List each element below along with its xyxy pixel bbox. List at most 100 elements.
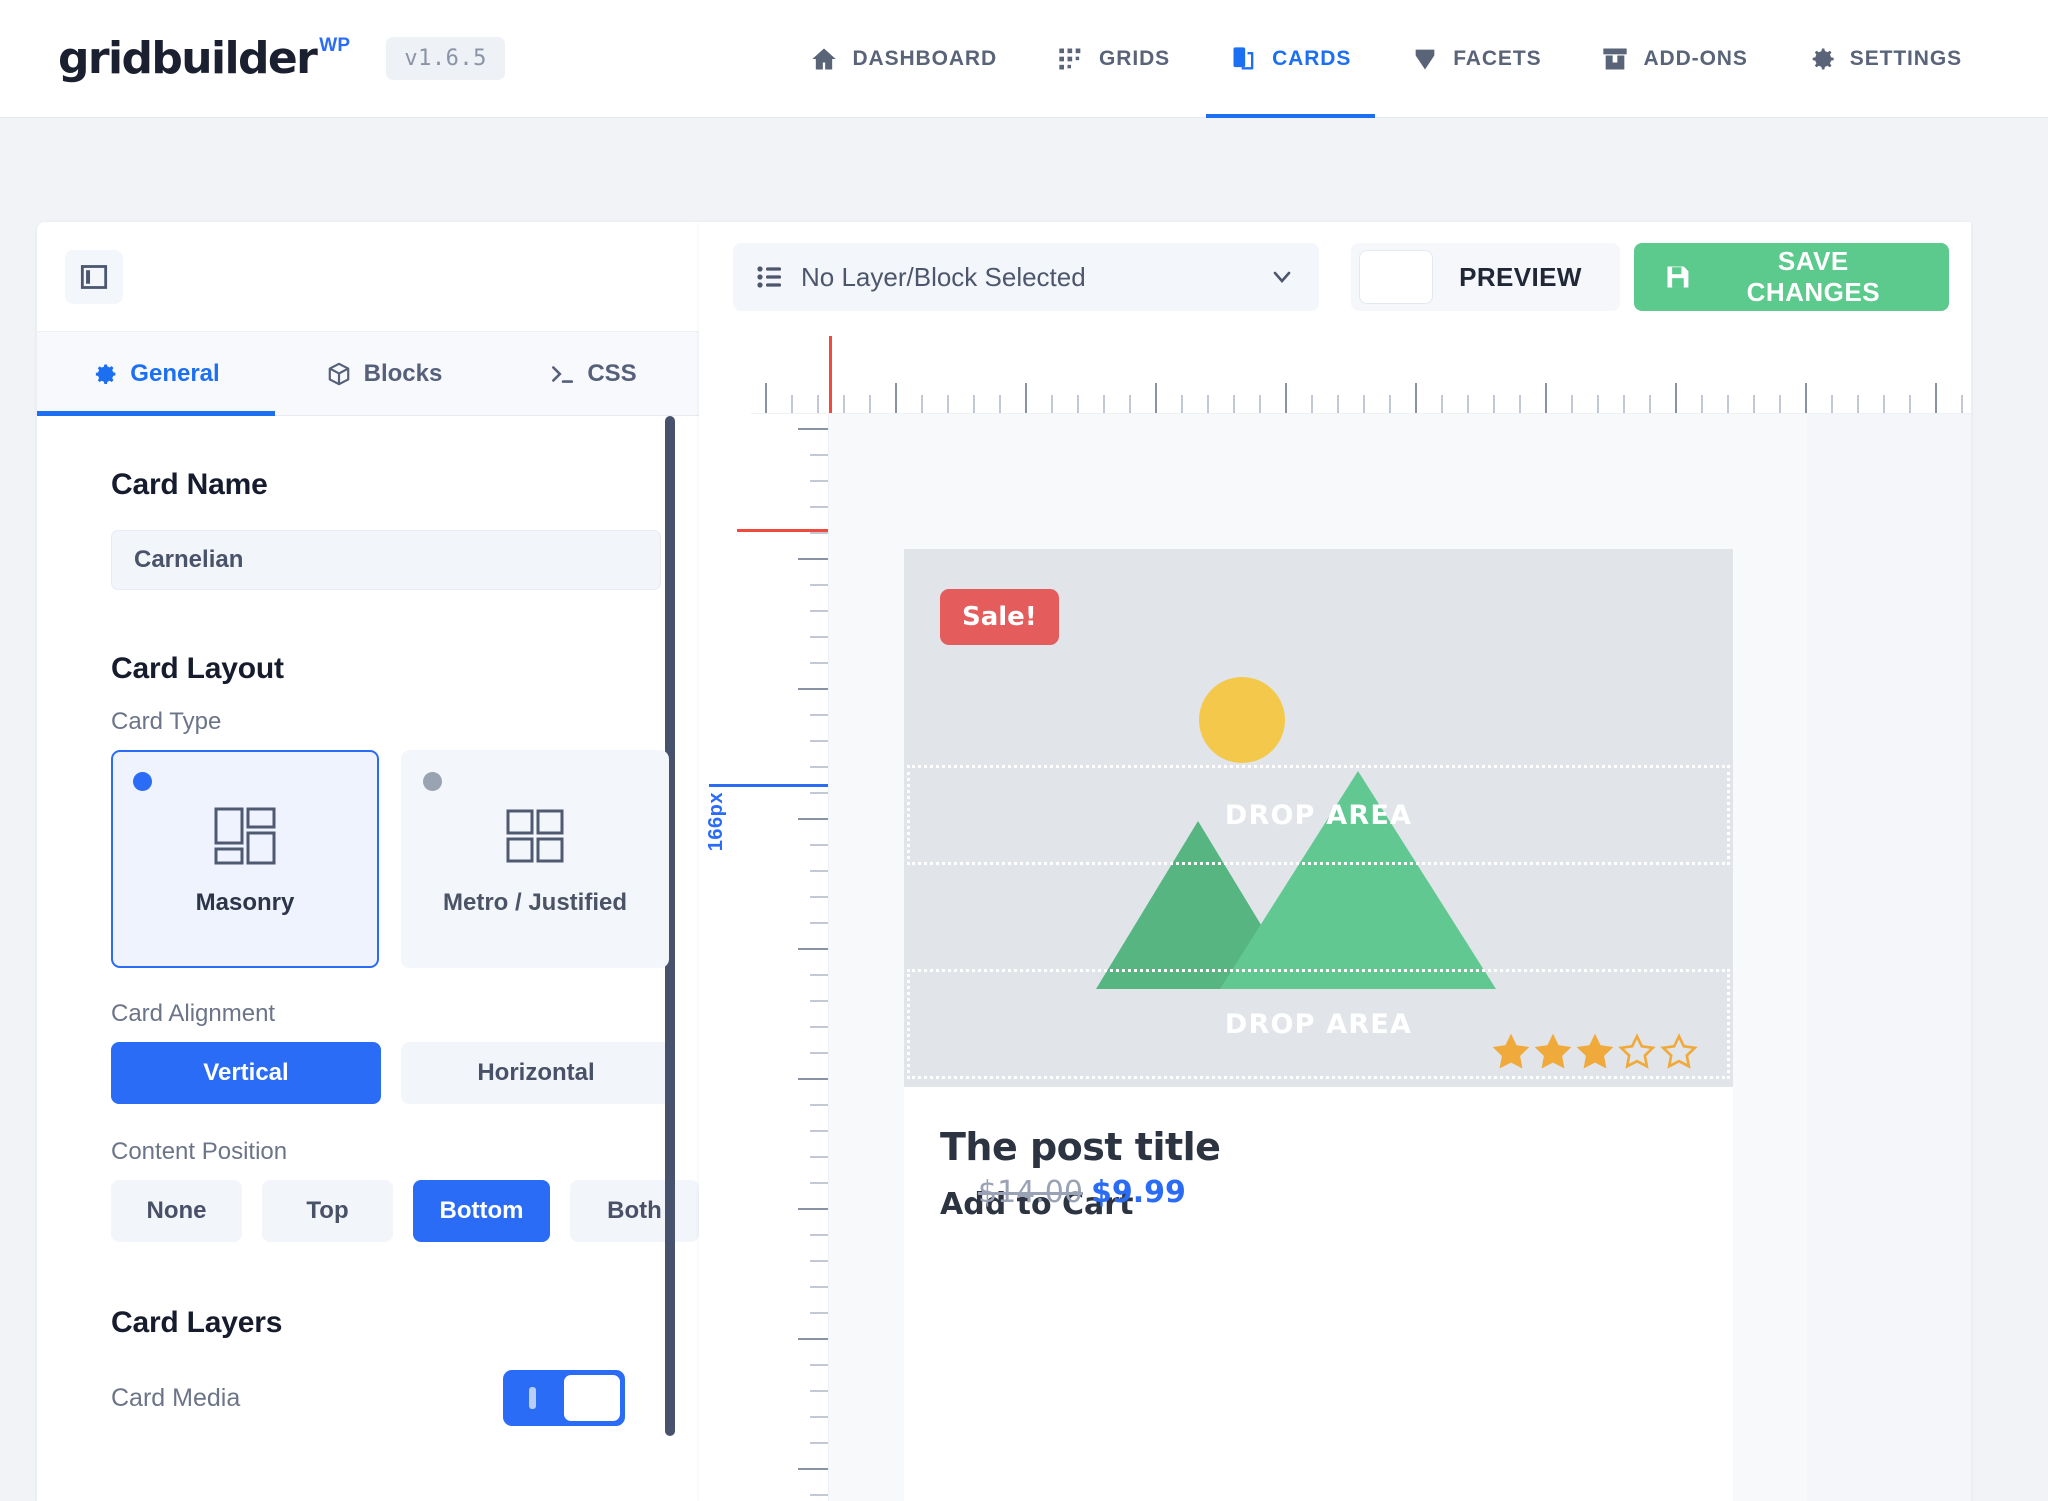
- card-name-heading: Card Name: [111, 468, 268, 501]
- ruler-tick: [1909, 395, 1911, 413]
- ruler-tick: [1389, 395, 1391, 413]
- tab-blocks[interactable]: Blocks: [275, 332, 493, 415]
- preview-swatch-button[interactable]: [1359, 250, 1434, 304]
- ruler-tick: [810, 506, 828, 508]
- ruler-tick: [1623, 395, 1625, 413]
- position-none-button[interactable]: None: [111, 1180, 243, 1242]
- ruler-tick: [1883, 395, 1885, 413]
- card-content-layer[interactable]: The post title Add to Cart $14.00 $9.99: [904, 1087, 1733, 1287]
- ruler-tick: [810, 1416, 828, 1418]
- position-top-button[interactable]: Top: [262, 1180, 394, 1242]
- position-bottom-button[interactable]: Bottom: [413, 1180, 550, 1242]
- star-empty-icon: [1618, 1033, 1656, 1069]
- card-frame: Sale! DROP AREA DROP AREA The post title…: [829, 414, 1807, 1501]
- chevron-down-icon: [1273, 271, 1291, 283]
- tab-css[interactable]: CSS: [493, 332, 693, 415]
- ruler-tick: [810, 584, 828, 586]
- ruler-tick: [869, 395, 871, 413]
- panel-tabs: General Blocks CSS: [37, 332, 699, 416]
- logo-text: gridbuilder: [58, 33, 318, 84]
- drop-area-top[interactable]: DROP AREA: [907, 765, 1730, 865]
- alignment-horizontal-button[interactable]: Horizontal: [401, 1042, 671, 1104]
- ruler-tick: [1363, 395, 1365, 413]
- card-media-layer[interactable]: Sale! DROP AREA DROP AREA: [904, 549, 1733, 1087]
- ruler-tick: [810, 610, 828, 612]
- card-type-masonry[interactable]: Masonry: [111, 750, 379, 968]
- ruler-tick: [810, 1182, 828, 1184]
- settings-panel: General Blocks CSS Card Name Card La: [37, 222, 699, 1501]
- card-type-label: Card Type: [111, 708, 222, 735]
- ruler-tick: [1727, 395, 1729, 413]
- workspace: General Blocks CSS Card Name Card La: [0, 118, 2048, 1501]
- ruler-tick: [1493, 395, 1495, 413]
- vertical-ruler[interactable]: 166px: [699, 414, 829, 1501]
- alignment-vertical-button[interactable]: Vertical: [111, 1042, 381, 1104]
- nav-item-cards[interactable]: CARDS: [1200, 0, 1381, 118]
- nav-label: DASHBOARD: [852, 46, 998, 70]
- ruler-guide-red: [829, 336, 832, 413]
- card-name-input[interactable]: [111, 530, 661, 590]
- ruler-tick: [843, 395, 845, 413]
- nav-item-settings[interactable]: SETTINGS: [1778, 0, 1992, 118]
- panel-toolbar: [37, 222, 699, 332]
- nav-label: FACETS: [1453, 46, 1542, 70]
- box-icon: [1603, 48, 1628, 69]
- price-old: $14.00: [978, 1175, 1083, 1210]
- ruler-tick: [798, 818, 828, 820]
- main-navigation: DASHBOARD GRIDS CARDS FACETS ADD-ONS SET…: [780, 0, 1992, 118]
- card-type-label: Metro / Justified: [442, 889, 628, 916]
- horizontal-ruler[interactable]: [751, 332, 1971, 414]
- price-new: $9.99: [1090, 1175, 1186, 1210]
- card-preview: Sale! DROP AREA DROP AREA The post title…: [904, 549, 1733, 1501]
- ruler-tick: [810, 532, 828, 534]
- drop-area-bottom[interactable]: DROP AREA: [907, 969, 1730, 1079]
- logo[interactable]: gridbuilder WP: [58, 33, 350, 84]
- star-filled-icon: [1534, 1033, 1572, 1069]
- terminal-icon: [552, 365, 574, 383]
- card-alignment-group: Vertical Horizontal: [111, 1042, 699, 1104]
- nav-item-addons[interactable]: ADD-ONS: [1571, 0, 1777, 118]
- card-media-toggle[interactable]: [503, 1370, 625, 1426]
- card-type-metro[interactable]: Metro / Justified: [401, 750, 669, 968]
- ruler-tick: [810, 844, 828, 846]
- ruler-tick: [810, 792, 828, 794]
- ruler-tick: [810, 896, 828, 898]
- nav-item-facets[interactable]: FACETS: [1381, 0, 1571, 118]
- nav-label: SETTINGS: [1849, 46, 1962, 70]
- tab-label: CSS: [587, 359, 637, 387]
- panel-scrollbar-track[interactable]: [665, 416, 687, 1501]
- ruler-tick: [1259, 395, 1261, 413]
- nav-item-grids[interactable]: GRIDS: [1027, 0, 1200, 118]
- ruler-tick: [1519, 395, 1521, 413]
- card-type-options: Masonry Metro / Justified: [111, 750, 699, 968]
- content-position-group: None Top Bottom Both: [111, 1180, 699, 1242]
- ruler-tick: [765, 383, 767, 413]
- app-header: gridbuilder WP v1.6.5 DASHBOARD GRIDS CA…: [0, 0, 2048, 118]
- save-label: SAVE CHANGES: [1746, 246, 1881, 307]
- ruler-guide-blue-top: [709, 784, 828, 787]
- card-layers-heading: Card Layers: [111, 1306, 283, 1339]
- ruler-tick: [810, 1000, 828, 1002]
- ruler-tick: [810, 662, 828, 664]
- nav-item-dashboard[interactable]: DASHBOARD: [780, 0, 1027, 118]
- save-changes-button[interactable]: SAVE CHANGES: [1633, 243, 1949, 311]
- gear-icon: [96, 363, 116, 384]
- metro-layout-icon: [506, 809, 564, 863]
- ruler-tick: [1311, 395, 1313, 413]
- list-icon: [757, 266, 781, 288]
- editor-toolbar: No Layer/Block Selected PREVIEW SAVE CHA…: [699, 222, 1971, 332]
- ruler-tick: [798, 1078, 828, 1080]
- ruler-tick: [973, 395, 975, 413]
- layer-block-select[interactable]: No Layer/Block Selected: [733, 243, 1320, 311]
- radio-dot-icon: [133, 772, 152, 791]
- tab-general[interactable]: General: [37, 332, 275, 416]
- ruler-tick: [810, 974, 828, 976]
- ruler-tick: [1025, 383, 1027, 413]
- ruler-tick: [810, 1494, 828, 1496]
- post-title: The post title: [940, 1125, 1221, 1169]
- grid-dots-icon: [1059, 48, 1081, 69]
- ruler-tick: [1337, 395, 1339, 413]
- panel-collapse-button[interactable]: [65, 250, 123, 304]
- ruler-tick: [810, 714, 828, 716]
- layer-row-card-media: Card Media: [111, 1370, 625, 1426]
